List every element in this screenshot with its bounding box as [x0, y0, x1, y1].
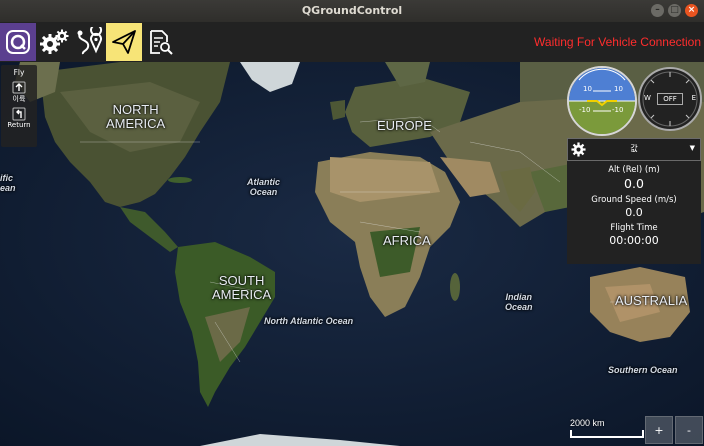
vehicle-setup-button[interactable] — [36, 23, 72, 61]
fly-paper-plane-icon — [112, 30, 136, 54]
maximize-button[interactable]: □ — [668, 4, 681, 17]
takeoff-button[interactable]: 이륙 — [1, 80, 37, 104]
takeoff-icon — [12, 81, 26, 94]
chevron-down-icon: ▼ — [689, 144, 695, 152]
window-controls: – □ × — [651, 4, 698, 17]
continent-label-north-america: NORTH AMERICA — [106, 102, 166, 131]
ocean-label-atlantic: Atlantic Ocean — [247, 177, 281, 197]
return-label: Return — [7, 121, 31, 129]
analyze-button[interactable] — [142, 23, 178, 61]
fly-panel-header: Fly — [13, 68, 25, 77]
qgc-logo-icon — [6, 30, 30, 54]
flight-time-value: 00:00:00 — [609, 234, 659, 247]
fly-tool-panel: Fly 이륙 Return — [1, 65, 37, 147]
values-selector[interactable]: 값 ▼ — [567, 138, 701, 161]
altitude-label: Alt (Rel) (m) — [608, 165, 660, 175]
main-toolbar: Waiting For Vehicle Connection — [0, 22, 704, 62]
vehicle-setup-gear-icon — [40, 29, 69, 54]
return-icon — [12, 107, 26, 121]
window-titlebar: QGroundControl – □ × — [0, 0, 704, 22]
continent-label-africa: AFRICA — [383, 233, 431, 248]
continent-label-south-america: SOUTH AMERICA — [212, 273, 272, 302]
ocean-label-north-atlantic: North Atlantic Ocean — [264, 316, 354, 326]
plan-button[interactable] — [71, 23, 107, 61]
attitude-dial — [569, 68, 635, 134]
continent-label-australia: AUSTRALIA — [615, 293, 688, 308]
ocean-label-indian: Indian Ocean — [505, 292, 533, 312]
pitch-label-up-left: 10 — [583, 85, 592, 93]
flight-time-label: Flight Time — [610, 223, 658, 233]
continent-label-europe: EUROPE — [377, 118, 432, 133]
compass-west-label: W — [644, 94, 651, 102]
analyze-document-icon — [150, 30, 173, 55]
instrument-values-panel: 값 ▼ Alt (Rel) (m) 0.0 Ground Speed (m/s)… — [567, 138, 701, 264]
pitch-label-down-left: -10 — [579, 106, 591, 114]
takeoff-label: 이륙 — [12, 95, 26, 103]
zoom-in-button[interactable]: + — [645, 416, 673, 444]
minimize-button[interactable]: – — [651, 4, 664, 17]
pitch-label-down-right: -10 — [612, 106, 624, 114]
window-title: QGroundControl — [301, 4, 403, 17]
ocean-label-southern: Southern Ocean — [608, 365, 678, 375]
connection-status: Waiting For Vehicle Connection — [534, 35, 701, 49]
ground-speed-value: 0.0 — [625, 206, 643, 219]
ground-speed-label: Ground Speed (m/s) — [591, 195, 677, 205]
qgc-logo-button[interactable] — [0, 23, 36, 61]
altitude-value: 0.0 — [624, 176, 644, 191]
ocean-label-pacific: ific ean — [0, 173, 16, 193]
compass-indicator: W E OFF — [638, 67, 702, 131]
plan-route-icon — [77, 27, 103, 55]
compass-east-label: E — [691, 94, 696, 102]
zoom-out-button[interactable]: - — [675, 416, 703, 444]
compass-status-badge: OFF — [657, 93, 683, 105]
map-scale-label: 2000 km — [570, 418, 605, 428]
fly-button[interactable] — [106, 23, 142, 61]
close-button[interactable]: × — [685, 4, 698, 17]
return-button[interactable]: Return — [1, 107, 37, 129]
map-scale-bar — [570, 430, 644, 438]
attitude-indicator: 10 10 -10 -10 — [567, 66, 637, 136]
pitch-label-up-right: 10 — [614, 85, 623, 93]
values-selector-label: 값 — [630, 144, 638, 153]
